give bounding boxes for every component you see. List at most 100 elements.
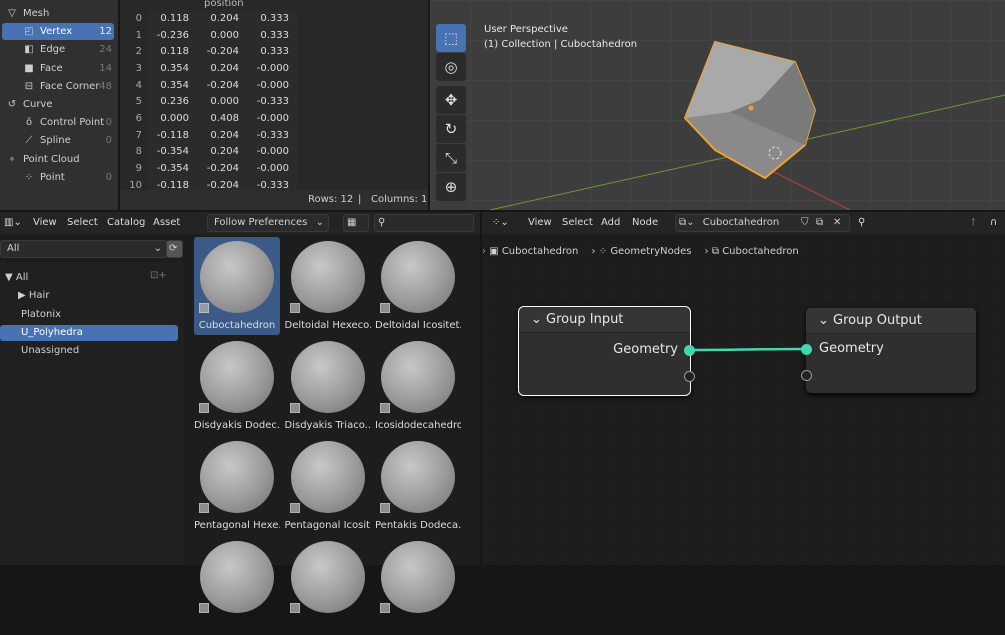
- 3d-viewport[interactable]: User Perspective (1) Collection | Cuboct…: [430, 0, 1005, 210]
- column-header[interactable]: position: [204, 0, 244, 9]
- asset-item[interactable]: Pentagonal Hexe...: [194, 437, 280, 535]
- catalog-item[interactable]: Unassigned: [0, 343, 178, 359]
- item-count: 0: [105, 171, 112, 183]
- asset-thumbnail: [200, 241, 274, 313]
- object-icon: [289, 303, 300, 313]
- empty-output-socket[interactable]: [684, 371, 695, 382]
- table-row: 5 0.236 0.000 -0.333: [126, 93, 298, 111]
- cell-value: 0.118: [148, 43, 198, 61]
- geometry-input-socket[interactable]: [801, 344, 812, 355]
- expand-arrow-icon[interactable]: ▼: [5, 272, 13, 283]
- catalog-label: Hair: [28, 290, 50, 302]
- spreadsheet-table: position 0 0.118 0.204 0.333 1 -0.236 0.000 0.3…: [120, 0, 428, 210]
- expand-arrow-icon[interactable]: ▶: [18, 290, 26, 301]
- import-method-dropdown[interactable]: Follow Preferences ⌄: [207, 214, 329, 232]
- columns-count: Columns: 1: [371, 194, 428, 205]
- asset-item[interactable]: Disdyakis Dodec...: [194, 337, 280, 435]
- control-point-icon: ŏ: [25, 117, 33, 129]
- refresh-icon[interactable]: ⟳: [166, 240, 183, 258]
- sidebar-item[interactable]: ◧ Edge 24: [2, 41, 114, 58]
- cell-value: -0.204: [198, 160, 248, 177]
- row-index: 5: [135, 96, 142, 108]
- import-method-value: Follow Preferences: [214, 217, 308, 228]
- editor-type-icon[interactable]: ▥⌄: [4, 217, 22, 228]
- socket-label: Geometry: [613, 342, 678, 357]
- scale-icon[interactable]: ⤡: [436, 144, 466, 172]
- point-icon: ⁘: [24, 171, 34, 183]
- asset-item[interactable]: Icosidodecahedron: [375, 337, 461, 435]
- library-dropdown[interactable]: All ⌄: [0, 240, 167, 258]
- cell-value: 0.118: [148, 10, 198, 27]
- catalog-item[interactable]: ▼ All: [0, 270, 178, 286]
- catalog-item[interactable]: ▶ Hair: [0, 288, 178, 304]
- asset-item[interactable]: Pentakis Dodeca...: [375, 437, 461, 535]
- empty-input-socket[interactable]: [801, 370, 812, 381]
- display-mode-icon[interactable]: ▦: [343, 214, 369, 232]
- menu-asset[interactable]: Asset: [153, 217, 180, 228]
- asset-item[interactable]: Deltoidal Icositet...: [375, 237, 461, 335]
- status-bar: Rows: 12 | Columns: 1: [120, 190, 428, 210]
- cell-value: 0.204: [198, 10, 248, 27]
- asset-item[interactable]: [285, 537, 371, 635]
- asset-item[interactable]: Deltoidal Hexeco...: [285, 237, 371, 335]
- transform-icon[interactable]: ⊕: [436, 173, 466, 201]
- mesh-icon: ▽: [8, 8, 16, 19]
- item-label: Control Point: [40, 117, 105, 129]
- sidebar-item[interactable]: ŏ Control Point 0: [2, 114, 114, 131]
- catalog-item[interactable]: Platonix: [0, 307, 178, 323]
- cell-value: -0.333: [248, 126, 298, 144]
- asset-grid: Cuboctahedron Deltoidal Hexeco... Deltoida…: [192, 236, 477, 613]
- asset-item[interactable]: Pentagonal Icosit...: [285, 437, 371, 535]
- cell-value: 0.333: [248, 26, 298, 44]
- menu-select[interactable]: Select: [67, 217, 98, 228]
- cell-value: -0.333: [248, 93, 298, 111]
- search-input[interactable]: ⚲: [374, 214, 474, 232]
- select-box-icon[interactable]: ⬚: [436, 24, 466, 52]
- cell-value: 0.000: [198, 26, 248, 44]
- geometry-output-socket[interactable]: [684, 345, 695, 356]
- menu-catalog[interactable]: Catalog: [107, 217, 145, 228]
- group-input-node[interactable]: ⌄ Group Input Geometry: [518, 306, 695, 396]
- table-row: 7 -0.118 0.204 -0.333: [126, 126, 298, 144]
- rotate-icon[interactable]: ↻: [436, 115, 466, 143]
- chevron-down-icon: ⌄: [153, 243, 162, 254]
- sidebar-item[interactable]: ∘ Point Cloud: [2, 151, 114, 168]
- sidebar-item[interactable]: ▽ Mesh: [2, 5, 114, 22]
- sidebar-item[interactable]: ⊟ Face Corner 48: [2, 78, 114, 95]
- face-icon: ■: [24, 62, 34, 74]
- move-icon[interactable]: ✥: [436, 86, 466, 114]
- spreadsheet-sidebar: ▽ Mesh ◰ Vertex 12 ◧ Edge 24 ■ Face 14 ⊟ Face Corner…: [0, 0, 118, 210]
- sidebar-item[interactable]: ◰ Vertex 12: [2, 23, 114, 41]
- item-count: 0: [105, 135, 112, 147]
- cell-value: 0.204: [198, 126, 248, 144]
- group-output-node[interactable]: ⌄ Group Output Geometry: [801, 308, 976, 393]
- cursor-icon[interactable]: ◎: [436, 53, 466, 81]
- object-icon: [199, 603, 209, 613]
- catalog-item[interactable]: U_Polyhedra: [0, 324, 178, 341]
- asset-item[interactable]: Cuboctahedron: [194, 237, 280, 335]
- cell-value: 0.000: [148, 110, 198, 127]
- cell-value: 0.204: [198, 143, 248, 161]
- collapse-icon[interactable]: ⌄: [531, 312, 546, 327]
- object-icon: [380, 603, 390, 613]
- item-count: 14: [99, 62, 112, 74]
- sidebar-item[interactable]: ↺ Curve: [2, 96, 114, 113]
- sidebar-item[interactable]: ⁘ Point 0: [2, 169, 114, 186]
- item-count: 24: [99, 44, 112, 56]
- menu-view[interactable]: View: [33, 217, 57, 228]
- asset-label: Pentagonal Hexe...: [194, 520, 280, 531]
- asset-label: Pentagonal Icosit...: [284, 520, 371, 531]
- sidebar-item[interactable]: ⟋ Spline 0: [2, 132, 114, 149]
- asset-label: Deltoidal Icositet...: [375, 320, 461, 331]
- asset-item[interactable]: [194, 537, 280, 635]
- item-count: 48: [99, 80, 112, 92]
- asset-item[interactable]: [375, 537, 461, 635]
- sidebar-item[interactable]: ■ Face 14: [2, 60, 114, 77]
- cell-value: 0.333: [248, 43, 298, 61]
- table-row: 0 0.118 0.204 0.333: [126, 10, 298, 27]
- row-index: 3: [135, 62, 142, 74]
- collapse-icon[interactable]: ⌄: [818, 313, 833, 328]
- node-editor[interactable]: ⁘⌄ View Select Add Node ⧉⌄ Cuboctahedron…: [482, 212, 1005, 565]
- asset-thumbnail: [381, 441, 455, 513]
- asset-item[interactable]: Disdyakis Triaco...: [285, 337, 371, 435]
